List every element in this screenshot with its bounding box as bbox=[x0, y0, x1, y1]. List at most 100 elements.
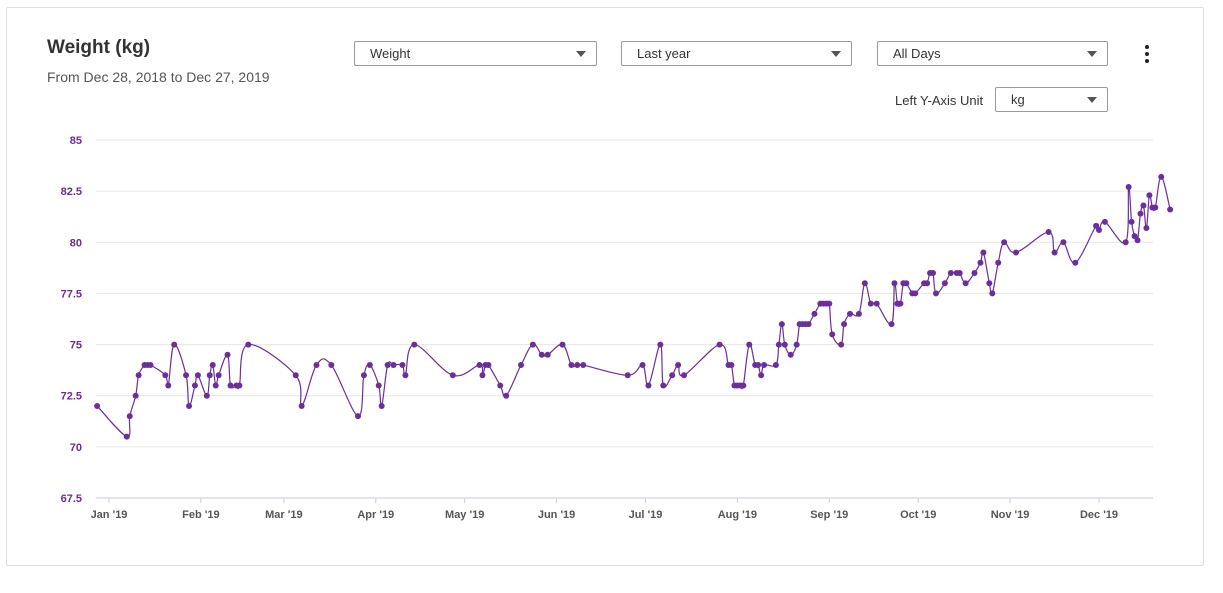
data-point bbox=[681, 372, 688, 379]
y-tick-label: 67.5 bbox=[61, 493, 82, 505]
data-point bbox=[236, 382, 243, 389]
data-point bbox=[123, 433, 130, 440]
data-point bbox=[186, 402, 193, 409]
y-tick-label: 80 bbox=[70, 237, 82, 249]
x-tick-label: Dec '19 bbox=[1080, 509, 1118, 521]
data-point bbox=[215, 372, 222, 379]
data-point bbox=[1060, 239, 1067, 246]
data-point bbox=[224, 351, 231, 358]
data-point bbox=[449, 372, 456, 379]
data-point bbox=[746, 341, 753, 348]
data-point bbox=[360, 372, 367, 379]
data-point bbox=[538, 351, 545, 358]
data-point bbox=[147, 362, 154, 369]
data-point bbox=[476, 362, 483, 369]
data-point bbox=[378, 402, 385, 409]
data-point bbox=[206, 372, 213, 379]
data-point bbox=[775, 341, 782, 348]
data-point bbox=[847, 310, 854, 317]
y-tick-label: 75 bbox=[70, 340, 82, 352]
data-point bbox=[1140, 202, 1147, 209]
x-axis: Jan '19 Feb '19 Mar '19 Apr '19 May '19 Jun '… bbox=[91, 498, 1118, 521]
data-point bbox=[390, 362, 397, 369]
x-tick-label: Jan '19 bbox=[91, 509, 128, 521]
data-point bbox=[639, 362, 646, 369]
data-point bbox=[399, 362, 406, 369]
data-point bbox=[971, 269, 978, 276]
data-point bbox=[1143, 224, 1150, 231]
data-point bbox=[191, 382, 198, 389]
data-point bbox=[402, 372, 409, 379]
data-point bbox=[855, 310, 862, 317]
data-point bbox=[995, 259, 1002, 266]
data-point bbox=[183, 372, 190, 379]
data-point bbox=[761, 362, 768, 369]
data-point bbox=[559, 341, 566, 348]
data-point bbox=[675, 362, 682, 369]
data-point bbox=[479, 372, 486, 379]
data-point bbox=[298, 402, 305, 409]
data-point bbox=[805, 321, 812, 328]
data-point bbox=[740, 382, 747, 389]
data-point bbox=[1167, 206, 1174, 213]
grid-lines bbox=[96, 139, 1153, 499]
data-point bbox=[986, 280, 993, 287]
data-point bbox=[194, 372, 201, 379]
data-point bbox=[873, 300, 880, 307]
data-point bbox=[1146, 192, 1153, 199]
data-point bbox=[518, 362, 525, 369]
y-axis-ticks: 67.5 70 72.5 75 77.5 80 82.5 85 bbox=[61, 135, 82, 505]
data-point bbox=[956, 269, 963, 276]
data-point bbox=[947, 269, 954, 276]
series-line bbox=[96, 176, 1171, 438]
data-point bbox=[568, 362, 575, 369]
data-point bbox=[781, 341, 788, 348]
data-point bbox=[366, 362, 373, 369]
data-point bbox=[787, 351, 794, 358]
data-point bbox=[645, 382, 652, 389]
data-point bbox=[826, 300, 833, 307]
data-point bbox=[580, 362, 587, 369]
data-point bbox=[1152, 204, 1159, 211]
data-point bbox=[245, 341, 252, 348]
data-point bbox=[772, 362, 779, 369]
data-point bbox=[1134, 237, 1141, 244]
y-tick-label: 82.5 bbox=[61, 186, 82, 198]
data-point bbox=[755, 362, 762, 369]
data-point bbox=[375, 382, 382, 389]
x-tick-label: Oct '19 bbox=[900, 509, 936, 521]
series-points bbox=[94, 173, 1174, 440]
data-point bbox=[811, 310, 818, 317]
y-tick-label: 72.5 bbox=[61, 391, 82, 403]
data-point bbox=[861, 280, 868, 287]
data-point bbox=[485, 362, 492, 369]
data-point bbox=[203, 392, 210, 399]
data-point bbox=[1045, 229, 1052, 236]
y-tick-label: 70 bbox=[70, 442, 82, 454]
data-point bbox=[897, 300, 904, 307]
data-point bbox=[669, 372, 676, 379]
data-point bbox=[716, 341, 723, 348]
data-point bbox=[888, 321, 895, 328]
weight-line-chart: 67.5 70 72.5 75 77.5 80 82.5 85 Jan '19 Feb '19 M… bbox=[61, 135, 1174, 521]
x-tick-label: Feb '19 bbox=[182, 509, 219, 521]
data-point bbox=[384, 362, 391, 369]
x-tick-label: May '19 bbox=[445, 509, 484, 521]
data-point bbox=[165, 382, 172, 389]
data-point bbox=[660, 382, 667, 389]
data-point bbox=[227, 382, 234, 389]
data-point bbox=[1051, 249, 1058, 256]
data-point bbox=[209, 362, 216, 369]
data-point bbox=[328, 362, 335, 369]
x-tick-label: Sep '19 bbox=[810, 509, 848, 521]
data-point bbox=[292, 372, 299, 379]
data-point bbox=[354, 413, 361, 420]
x-tick-label: Aug '19 bbox=[718, 509, 757, 521]
data-point bbox=[171, 341, 178, 348]
data-point bbox=[126, 413, 133, 420]
data-point bbox=[1096, 227, 1102, 234]
data-point bbox=[977, 259, 984, 266]
data-point bbox=[941, 280, 948, 287]
y-tick-label: 77.5 bbox=[61, 288, 82, 300]
data-point bbox=[94, 402, 101, 409]
